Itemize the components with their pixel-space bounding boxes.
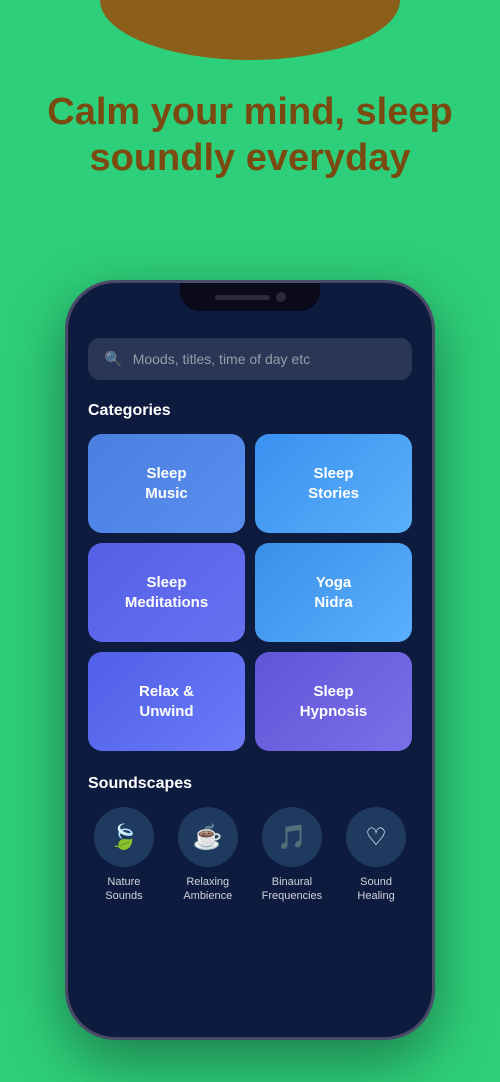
soundscape-nature-sounds[interactable]: 🍃 NatureSounds (94, 807, 154, 904)
notch-camera (276, 292, 286, 302)
category-sleep-hypnosis[interactable]: SleepHypnosis (255, 652, 412, 751)
category-sleep-meditations[interactable]: SleepMeditations (88, 543, 245, 642)
binaural-frequencies-label: BinauralFrequencies (262, 875, 323, 904)
categories-grid: SleepMusic SleepStories SleepMeditations… (88, 434, 412, 751)
binaural-frequencies-icon: 🎵 (262, 807, 322, 867)
category-sleep-music[interactable]: SleepMusic (88, 434, 245, 533)
soundscape-binaural-frequencies[interactable]: 🎵 BinauralFrequencies (262, 807, 323, 904)
nature-sounds-label: NatureSounds (105, 875, 142, 904)
soundscapes-row: 🍃 NatureSounds ☕ RelaxingAmbience 🎵 Bina… (88, 807, 412, 904)
search-bar[interactable]: 🔍 Moods, titles, time of day etc (88, 338, 412, 380)
soundscape-relaxing-ambience[interactable]: ☕ RelaxingAmbience (178, 807, 238, 904)
phone-notch (180, 283, 320, 311)
phone-mockup: 🔍 Moods, titles, time of day etc Categor… (65, 280, 435, 1040)
category-relax-unwind[interactable]: Relax &Unwind (88, 652, 245, 751)
relaxing-ambience-label: RelaxingAmbience (183, 875, 232, 904)
search-placeholder: Moods, titles, time of day etc (133, 351, 310, 367)
phone-screen: 🔍 Moods, titles, time of day etc Categor… (68, 283, 432, 1037)
search-icon: 🔍 (104, 350, 123, 368)
categories-title: Categories (88, 402, 412, 420)
relaxing-ambience-icon: ☕ (178, 807, 238, 867)
category-sleep-stories[interactable]: SleepStories (255, 434, 412, 533)
sound-healing-icon: ♡ (346, 807, 406, 867)
notch-speaker (215, 295, 270, 300)
soundscape-sound-healing[interactable]: ♡ SoundHealing (346, 807, 406, 904)
nature-sounds-icon: 🍃 (94, 807, 154, 867)
sound-healing-label: SoundHealing (357, 875, 394, 904)
soundscapes-title: Soundscapes (88, 775, 412, 793)
category-yoga-nidra[interactable]: YogaNidra (255, 543, 412, 642)
